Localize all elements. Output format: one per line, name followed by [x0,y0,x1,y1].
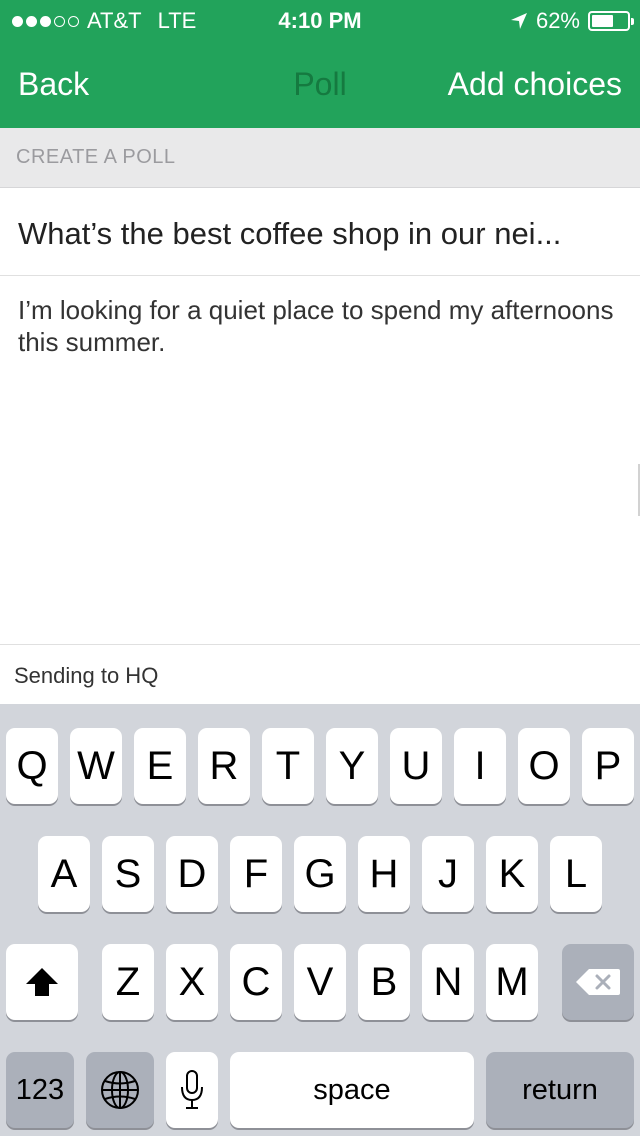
header: AT&T LTE 4:10 PM 62% Back Poll Add choic… [0,0,640,128]
location-arrow-icon [510,13,527,29]
dictation-key[interactable] [166,1052,218,1128]
status-bar: AT&T LTE 4:10 PM 62% [0,0,640,40]
key-x[interactable]: X [166,944,218,1020]
key-i[interactable]: I [454,728,506,804]
key-w[interactable]: W [70,728,122,804]
key-n[interactable]: N [422,944,474,1020]
key-p[interactable]: P [582,728,634,804]
shift-arrow-icon [26,968,58,996]
key-z[interactable]: Z [102,944,154,1020]
key-y[interactable]: Y [326,728,378,804]
globe-key[interactable] [86,1052,154,1128]
key-m[interactable]: M [486,944,538,1020]
key-t[interactable]: T [262,728,314,804]
recipient-label: Sending to HQ [0,645,640,705]
shift-key[interactable] [6,944,78,1020]
status-right: 62% [510,8,634,34]
key-a[interactable]: A [38,836,90,912]
space-key[interactable]: space [230,1052,474,1128]
key-l[interactable]: L [550,836,602,912]
microphone-icon [181,1070,203,1109]
key-o[interactable]: O [518,728,570,804]
battery-icon [588,11,634,31]
return-key[interactable]: return [486,1052,634,1128]
backspace-icon [576,969,620,995]
key-d[interactable]: D [166,836,218,912]
delete-key[interactable] [562,944,634,1020]
key-j[interactable]: J [422,836,474,912]
key-s[interactable]: S [102,836,154,912]
key-u[interactable]: U [390,728,442,804]
key-h[interactable]: H [358,836,410,912]
section-header: CREATE A POLL [0,128,640,188]
key-f[interactable]: F [230,836,282,912]
key-e[interactable]: E [134,728,186,804]
battery-fill [592,15,613,27]
back-button[interactable]: Back [18,66,89,103]
globe-icon [101,1071,139,1109]
battery-percent: 62% [535,8,580,33]
add-choices-button[interactable]: Add choices [448,66,622,103]
key-v[interactable]: V [294,944,346,1020]
poll-question-field[interactable]: What’s the best coffee shop in our nei..… [0,188,640,276]
key-q[interactable]: Q [6,728,58,804]
numbers-key[interactable]: 123 [6,1052,74,1128]
nav-bar: Back Poll Add choices [0,40,640,128]
key-r[interactable]: R [198,728,250,804]
key-b[interactable]: B [358,944,410,1020]
key-c[interactable]: C [230,944,282,1020]
keyboard: Q W E R T Y U I O P A S D F G H J K L Z … [0,704,640,1136]
poll-description-field[interactable]: I’m looking for a quiet place to spend m… [0,276,640,644]
key-g[interactable]: G [294,836,346,912]
key-k[interactable]: K [486,836,538,912]
